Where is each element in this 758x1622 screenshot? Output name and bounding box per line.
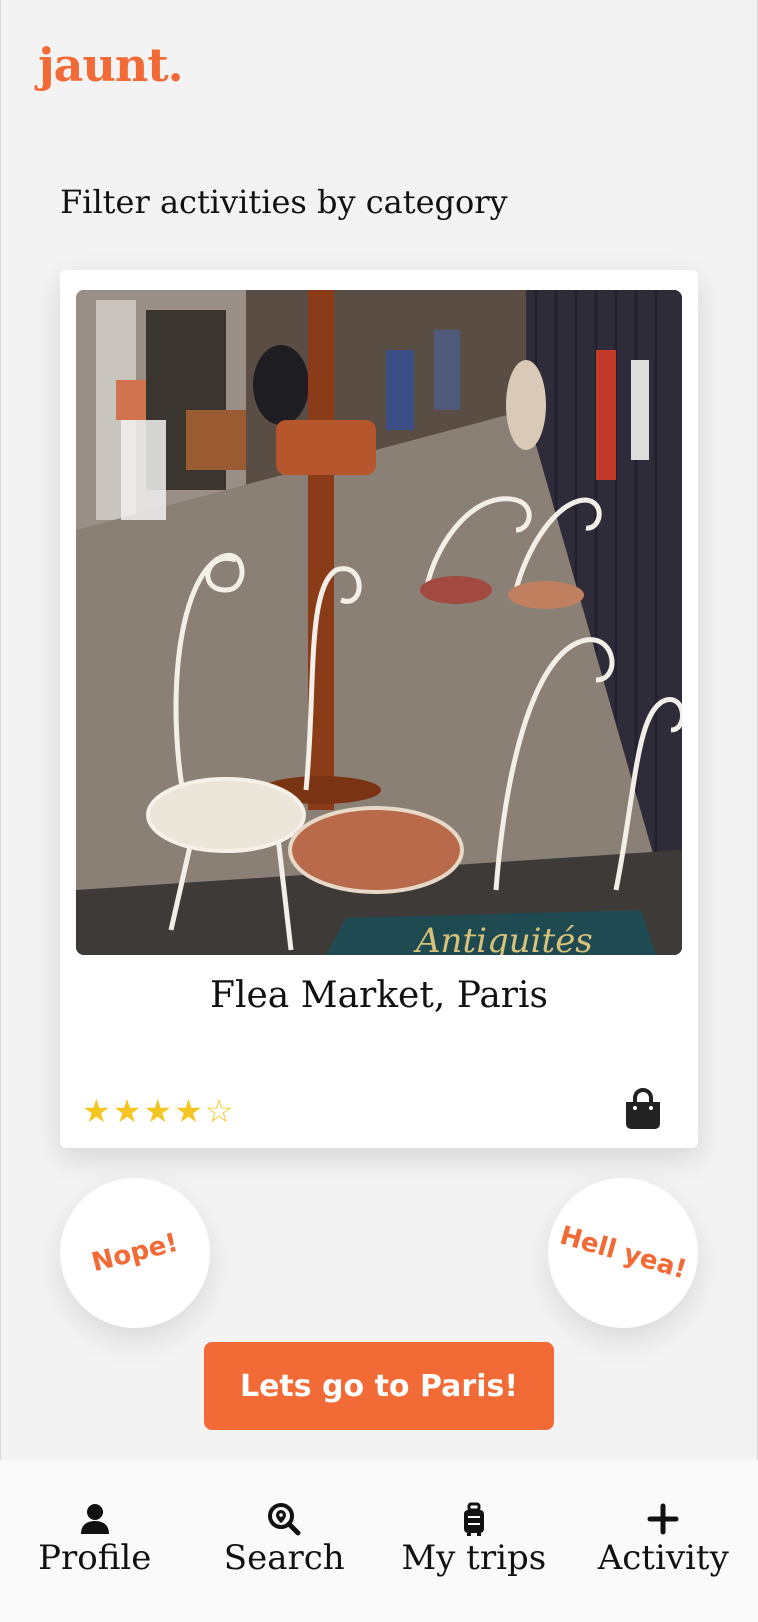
plus-icon <box>647 1503 679 1535</box>
star-filled-icon: ★ <box>82 1092 111 1130</box>
user-icon <box>80 1504 109 1534</box>
photo-sign-text: Antiquités <box>413 921 593 955</box>
app-logo: jaunt. <box>38 38 184 92</box>
hell-yea-label: Hell yea! <box>556 1220 690 1286</box>
star-filled-icon: ★ <box>143 1092 173 1130</box>
lets-go-button[interactable]: Lets go to Paris! <box>204 1342 554 1430</box>
bottom-nav: Profile Search My trips Activity <box>0 1460 758 1622</box>
shopping-bag-icon <box>626 1088 660 1129</box>
suitcase-icon <box>463 1502 484 1536</box>
nope-button[interactable]: Nope! <box>60 1178 210 1328</box>
activity-photo: Antiquités <box>76 290 682 955</box>
star-filled-icon: ★ <box>174 1092 203 1130</box>
activity-card[interactable]: Antiquités Flea Market, Paris ★ ★ ★ ★ ☆ <box>60 270 698 1148</box>
nav-item-my-trips[interactable]: My trips <box>379 1460 569 1622</box>
nav-item-profile[interactable]: Profile <box>0 1460 190 1622</box>
nope-label: Nope! <box>88 1227 182 1279</box>
star-filled-icon: ★ <box>112 1092 142 1130</box>
nav-item-search[interactable]: Search <box>190 1460 380 1622</box>
star-empty-icon: ☆ <box>204 1092 234 1130</box>
hell-yea-button[interactable]: Hell yea! <box>548 1178 698 1328</box>
rating-stars: ★ ★ ★ ★ ☆ <box>82 1095 233 1127</box>
search-location-icon <box>268 1503 301 1536</box>
nav-label-profile: Profile <box>38 1538 152 1578</box>
nav-label-my-trips: My trips <box>401 1538 547 1578</box>
activity-title: Flea Market, Paris <box>210 975 548 1016</box>
filter-title[interactable]: Filter activities by category <box>60 183 508 221</box>
nav-item-activity[interactable]: Activity <box>569 1460 758 1622</box>
nav-label-activity: Activity <box>597 1538 729 1578</box>
nav-label-search: Search <box>223 1538 345 1578</box>
